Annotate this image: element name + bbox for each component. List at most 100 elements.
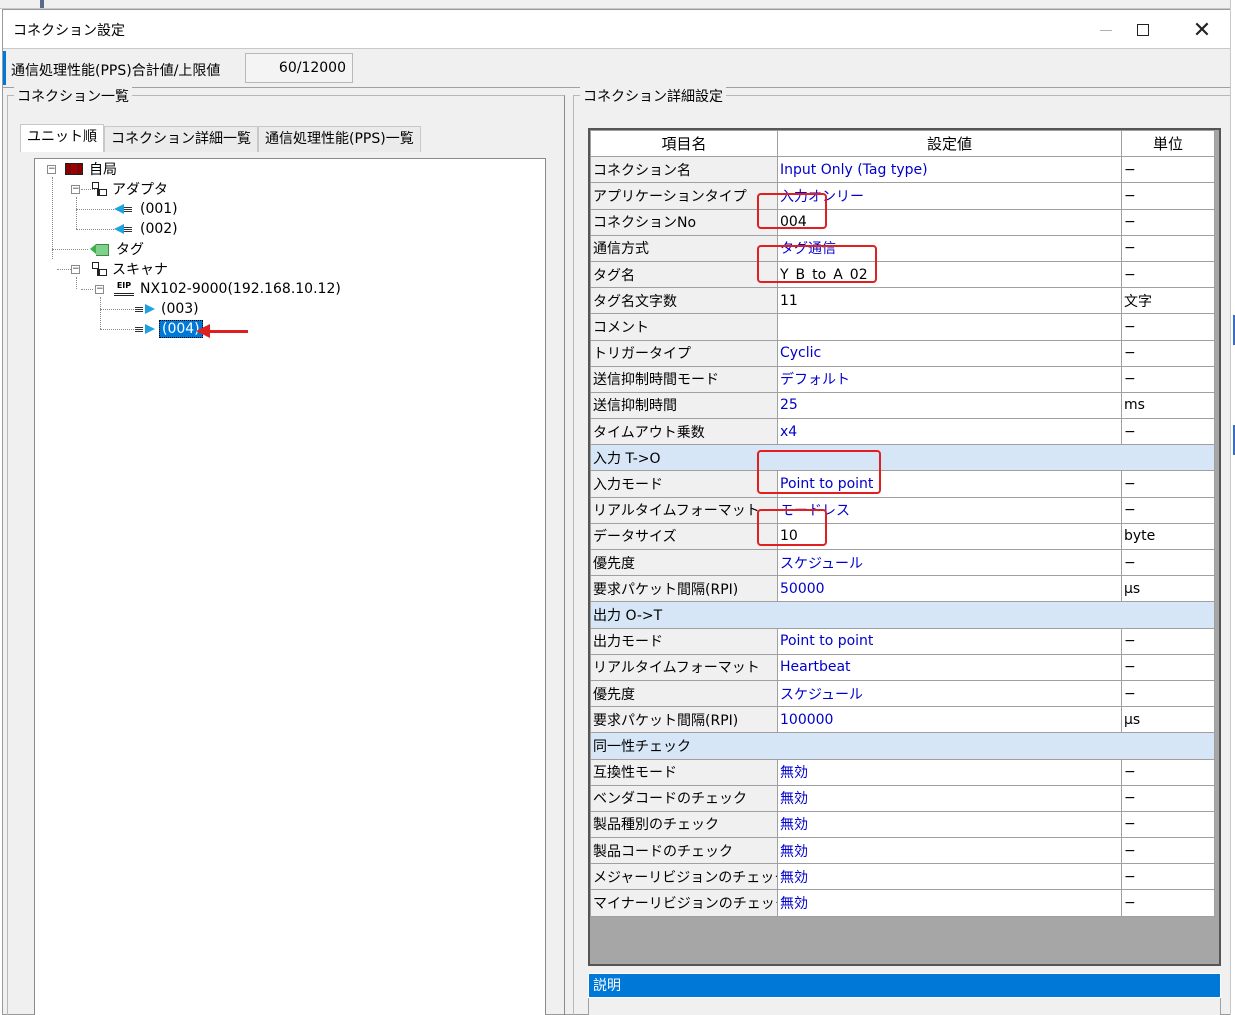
tab-pps-list[interactable]: 通信処理性能(PPS)一覧 [258,126,421,152]
property-value[interactable]: 11 [777,287,1122,315]
property-row[interactable]: タグ名 Y_B_to_A_02− [590,260,1215,289]
tab-connection-detail-list[interactable]: コネクション詳細一覧 [104,126,258,152]
property-value[interactable]: Heartbeat [777,653,1122,681]
property-unit: − [1121,679,1215,708]
property-row[interactable]: タグ名文字数 11 文字 [590,287,1215,315]
property-row[interactable]: リアルタイムフォーマット モードレス − [590,496,1215,524]
property-row[interactable]: 製品コードのチェック 無効 − [590,837,1215,865]
property-value[interactable]: 無効 [777,863,1122,891]
property-name: 送信抑制時間 [590,391,778,420]
property-value[interactable] [777,313,1122,341]
property-row[interactable]: コネクション名 Input Only (Tag type) − [590,156,1215,184]
section-row[interactable]: 出力 O->T [590,601,1215,629]
property-unit: − [1121,260,1215,289]
property-value[interactable]: 50000 [777,575,1122,603]
property-row[interactable]: 互換性モード 無効 − [590,758,1215,786]
property-row[interactable]: コメント − [590,313,1215,341]
property-row[interactable]: 要求パケット間隔(RPI) 100000 μs [590,706,1215,734]
property-unit: − [1121,653,1215,681]
station-icon [65,163,83,175]
tree-node-connection-004[interactable]: (004) [135,320,203,338]
maximize-button[interactable] [1120,16,1166,44]
section-row[interactable]: 同一性チェック [590,732,1215,760]
property-value[interactable]: 無効 [777,784,1122,812]
property-row[interactable]: データサイズ 10 byte [590,522,1215,551]
property-name: 送信抑制時間モード [590,365,778,393]
tree-node-tag[interactable]: タグ [90,240,146,258]
property-name: データサイズ [590,522,778,551]
expand-toggle[interactable]: − [95,285,104,294]
property-value[interactable]: 無効 [777,837,1122,865]
property-row[interactable]: タイムアウト乗数 x4− [590,418,1215,446]
connection-list-tabs: ユニット順 コネクション詳細一覧 通信処理性能(PPS)一覧 [20,124,421,152]
property-row[interactable]: コネクションNo 004− [590,208,1215,236]
property-row[interactable]: 要求パケット間隔(RPI) 50000 μs [590,575,1215,603]
property-value[interactable]: Cyclic [777,339,1122,367]
tree-line [52,177,53,259]
property-unit: − [1121,365,1215,393]
property-unit: − [1121,863,1215,891]
property-row[interactable]: 製品種別のチェック 無効 − [590,810,1215,839]
expand-toggle[interactable]: − [71,265,80,274]
connection-list-group: コネクション一覧 ユニット順 コネクション詳細一覧 通信処理性能(PPS)一覧 … [7,86,565,1015]
highlight-input-mode [757,450,881,494]
property-name: 要求パケット間隔(RPI) [590,706,778,734]
property-row[interactable]: ベンダコードのチェック 無効 − [590,784,1215,812]
property-name: アプリケーションタイプ [590,182,778,210]
property-value[interactable]: 入力オンリー [777,182,1122,210]
property-value[interactable]: 25 [777,391,1122,420]
property-value[interactable]: スケジュール [777,548,1122,577]
expand-toggle[interactable]: − [47,165,56,174]
property-row[interactable]: 送信抑制時間モード デフォルト − [590,365,1215,393]
property-row[interactable]: 出力モード Point to point − [590,627,1215,655]
property-grid: 項目名 設定値 単位 コネクション名 Input Only (Tag type) −… [590,129,1215,917]
property-row[interactable]: 送信抑制時間 25 ms [590,391,1215,420]
tree-node-label: (001) [140,201,178,217]
arrow-shaft [206,330,248,333]
background-app-strip [0,0,1235,9]
property-row[interactable]: 入力モード Point to point − [590,470,1215,498]
connection-settings-window: コネクション設定 ✕ 通信処理性能(PPS)合計値/上限値 60/12000 コ… [2,9,1233,1015]
property-row[interactable]: トリガータイプ Cyclic − [590,339,1215,367]
tree-node-connection-001[interactable]: (001) [114,200,180,218]
property-row[interactable]: 優先度 スケジュール − [590,548,1215,577]
property-value[interactable]: 100000 [777,706,1122,734]
property-row[interactable]: マイナーリビジョンのチェック 無効 − [590,889,1215,917]
property-value[interactable]: スケジュール [777,679,1122,708]
property-value[interactable]: x4 [777,418,1122,446]
property-value[interactable]: 無効 [777,758,1122,786]
property-row[interactable]: リアルタイムフォーマット Heartbeat − [590,653,1215,681]
maximize-icon [1137,24,1149,36]
tree-node-scanner[interactable]: スキャナ [90,260,170,278]
property-row[interactable]: メジャーリビジョンのチェック 無効 − [590,863,1215,891]
property-row[interactable]: 通信方式 タグ通信 − [590,234,1215,262]
property-name: 要求パケット間隔(RPI) [590,575,778,603]
tree-node-connection-002[interactable]: (002) [114,220,180,238]
property-value[interactable]: Point to point [777,627,1122,655]
property-value[interactable]: デフォルト [777,365,1122,393]
property-value[interactable]: 無効 [777,810,1122,839]
tag-icon [90,243,110,256]
property-value[interactable]: 004 [777,208,1122,236]
property-unit: − [1121,548,1215,577]
section-row[interactable]: 入力 T->O [590,444,1215,472]
property-row[interactable]: 優先度 スケジュール − [590,679,1215,708]
tree-node-adapter[interactable]: アダプタ [90,180,170,198]
section-label: 入力 T->O [590,444,1215,472]
tree-node-connection-003[interactable]: (003) [135,300,201,318]
property-name: リアルタイムフォーマット [590,496,778,524]
connection-tree[interactable]: − − − − 自局 アダプタ (001) (002) タグ スキャナ EIP … [34,158,546,1015]
property-row[interactable]: アプリケーションタイプ 入力オンリー − [590,182,1215,210]
tab-unit-order[interactable]: ユニット順 [20,124,104,152]
tree-node-local-station[interactable]: 自局 [65,160,119,178]
property-value[interactable]: 10 [777,522,1122,551]
close-button[interactable]: ✕ [1179,16,1225,44]
property-unit: 文字 [1121,287,1215,315]
tree-node-device[interactable]: EIP NX102-9000(192.168.10.12) [114,280,343,298]
property-value[interactable]: モードレス [777,496,1122,524]
tree-line [52,249,88,250]
property-value[interactable]: 無効 [777,889,1122,917]
expand-toggle[interactable]: − [71,185,80,194]
property-value[interactable]: Input Only (Tag type) [777,156,1122,184]
input-connection-icon [114,203,134,215]
